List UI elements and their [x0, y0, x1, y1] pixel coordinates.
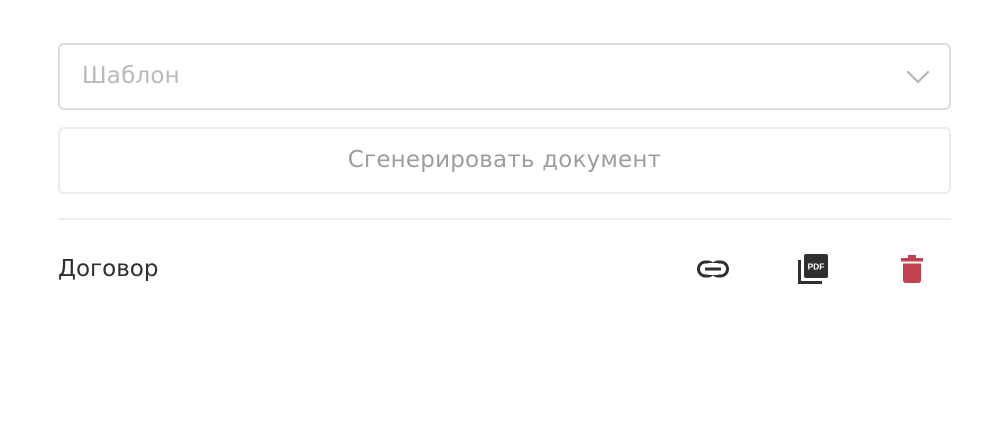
link-icon[interactable] [695, 251, 731, 287]
template-select-placeholder: Шаблон [82, 63, 180, 89]
template-select[interactable]: Шаблон [58, 43, 951, 110]
document-row: Договор PDF [58, 220, 951, 324]
generate-document-button[interactable]: Сгенерировать документ [58, 127, 951, 194]
pdf-icon[interactable]: PDF [795, 251, 831, 287]
trash-icon[interactable] [894, 251, 930, 287]
document-name: Договор [58, 256, 159, 282]
document-generator-panel: Шаблон Сгенерировать документ Договор PD… [58, 43, 951, 324]
chevron-down-icon [906, 70, 930, 84]
svg-text:PDF: PDF [808, 262, 825, 272]
